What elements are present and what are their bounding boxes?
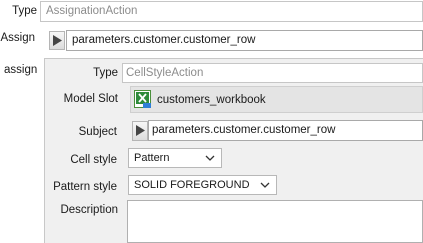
inner-type-label: Type	[93, 67, 118, 79]
description-label: Description	[60, 204, 118, 216]
excel-workbook-icon	[134, 90, 151, 108]
assign-expression-field[interactable]: parameters.customer.customer_row	[66, 30, 423, 51]
assign-section-label: assign	[4, 64, 38, 76]
inner-type-field[interactable]: CellStyleAction	[122, 63, 423, 83]
chevron-down-icon	[260, 182, 270, 188]
model-slot-field[interactable]: customers_workbook	[130, 86, 423, 113]
pattern-style-value: SOLID FOREGROUND	[134, 179, 250, 191]
model-slot-value: customers_workbook	[157, 94, 266, 106]
type-field[interactable]: AssignationAction	[40, 1, 423, 22]
play-icon	[53, 35, 62, 46]
description-textarea[interactable]	[127, 200, 423, 243]
subject-label: Subject	[78, 126, 117, 138]
assign-label: Assign	[0, 32, 35, 44]
play-icon	[136, 125, 145, 136]
cell-style-label: Cell style	[70, 154, 117, 166]
type-label: Type	[12, 5, 37, 17]
subject-expression-button[interactable]	[132, 121, 148, 141]
chevron-down-icon	[205, 155, 215, 161]
cell-style-value: Pattern	[134, 152, 170, 164]
pattern-style-label: Pattern style	[53, 181, 117, 193]
subject-expression-field[interactable]: parameters.customer.customer_row	[148, 120, 423, 141]
assign-expression-button[interactable]	[49, 31, 65, 50]
model-slot-label: Model Slot	[63, 93, 118, 105]
cell-style-select[interactable]: Pattern	[128, 148, 222, 168]
pattern-style-select[interactable]: SOLID FOREGROUND	[128, 175, 277, 195]
